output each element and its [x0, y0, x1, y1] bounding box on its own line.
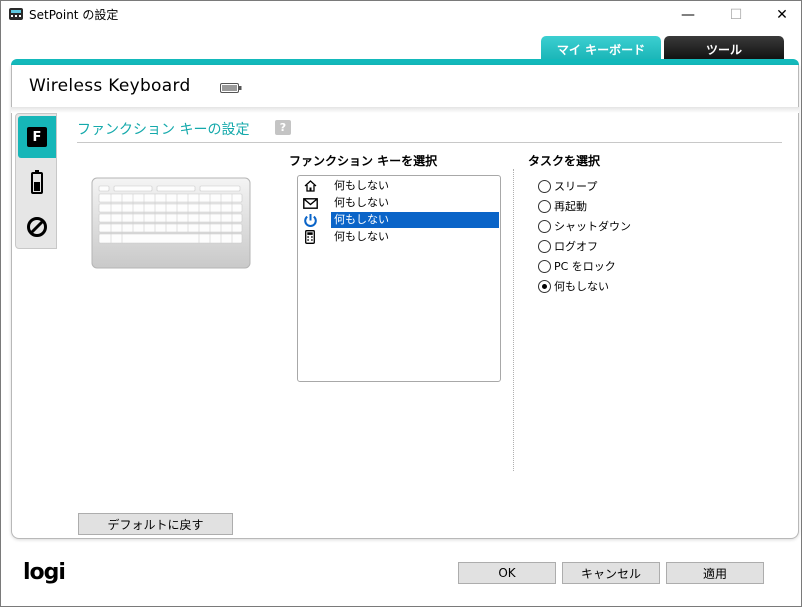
list-item-label: 何もしない	[334, 196, 389, 209]
function-key-select-label: ファンクション キーを選択	[289, 154, 438, 168]
help-icon[interactable]: ?	[275, 120, 291, 135]
task-option-label: ログオフ	[554, 240, 598, 253]
device-name: Wireless Keyboard	[29, 76, 191, 96]
list-item-label: 何もしない	[331, 212, 499, 228]
restore-default-button[interactable]: デフォルトに戻す	[78, 513, 233, 535]
disable-keys-icon	[27, 217, 47, 237]
radio-button[interactable]	[538, 239, 551, 253]
home-icon	[301, 178, 319, 194]
power-icon	[301, 212, 319, 228]
logi-logo: logi	[23, 560, 66, 585]
close-button[interactable]: ✕	[759, 1, 802, 29]
list-item-label: 何もしない	[334, 179, 389, 192]
section-title: ファンクション キーの設定	[77, 122, 250, 138]
keyboard-image	[91, 177, 251, 269]
battery-icon	[220, 83, 242, 93]
list-item-calculator[interactable]: 何もしない	[301, 229, 499, 245]
minimize-button[interactable]: —	[665, 1, 711, 29]
task-option-logoff[interactable]: ログオフ	[538, 238, 598, 254]
side-tab-bar: F	[15, 113, 57, 249]
radio-button[interactable]	[538, 259, 551, 273]
function-key-list[interactable]: 何もしない 何もしない 何もしない 何もしない	[297, 175, 501, 382]
header-divider	[11, 107, 799, 113]
task-option-restart[interactable]: 再起動	[538, 198, 587, 214]
task-option-label: 再起動	[554, 200, 587, 213]
section-divider	[77, 142, 782, 143]
task-option-do-nothing[interactable]: 何もしない	[538, 278, 609, 294]
task-select-label: タスクを選択	[528, 154, 601, 168]
window-title: SetPoint の設定	[29, 8, 119, 22]
list-item-home[interactable]: 何もしない	[301, 178, 499, 194]
radio-button-checked[interactable]	[538, 279, 551, 293]
task-option-lock-pc[interactable]: PC をロック	[538, 258, 616, 274]
battery-status-icon	[31, 170, 43, 194]
task-option-sleep[interactable]: スリープ	[538, 178, 597, 194]
calculator-icon	[301, 229, 319, 245]
maximize-button[interactable]: ☐	[713, 1, 759, 29]
task-option-label: スリープ	[554, 180, 598, 193]
setpoint-window: SetPoint の設定 — ☐ ✕ マイ キーボード ツール Wireless…	[0, 0, 802, 607]
ok-button[interactable]: OK	[458, 562, 556, 584]
list-item-power[interactable]: 何もしない	[301, 212, 499, 228]
side-tab-function-keys[interactable]: F	[18, 116, 56, 158]
function-key-icon: F	[27, 127, 47, 147]
task-option-shutdown[interactable]: シャットダウン	[538, 218, 631, 234]
side-tab-disable-keys[interactable]	[18, 206, 56, 248]
radio-button[interactable]	[538, 179, 551, 193]
column-divider	[513, 169, 514, 471]
task-option-label: シャットダウン	[554, 220, 631, 233]
mail-icon	[301, 195, 319, 211]
cancel-button[interactable]: キャンセル	[562, 562, 660, 584]
radio-button[interactable]	[538, 219, 551, 233]
task-option-label: PC をロック	[554, 260, 616, 273]
radio-button[interactable]	[538, 199, 551, 213]
list-item-mail[interactable]: 何もしない	[301, 195, 499, 211]
list-item-label: 何もしない	[334, 230, 389, 243]
title-bar: SetPoint の設定 — ☐ ✕	[1, 1, 801, 29]
side-tab-battery[interactable]	[18, 161, 56, 203]
task-option-label: 何もしない	[554, 280, 609, 293]
setpoint-app-icon	[9, 8, 23, 20]
apply-button[interactable]: 適用	[666, 562, 764, 584]
